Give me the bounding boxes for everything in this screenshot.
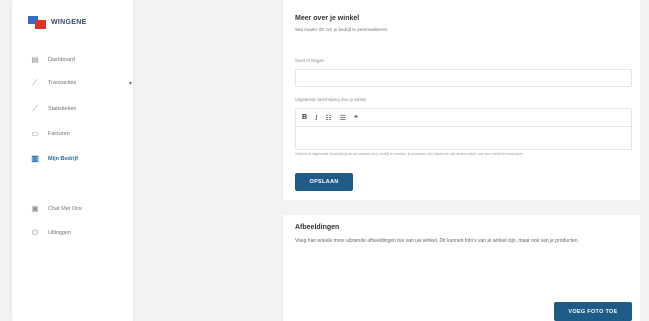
sidebar-item-label: Dashboard xyxy=(48,56,75,63)
add-photo-button[interactable]: VOEG FOTO TOE xyxy=(554,302,632,321)
tags-label: Soort of Slogan xyxy=(295,58,324,63)
italic-button[interactable]: I xyxy=(315,114,317,122)
power-icon: ⏻ xyxy=(31,228,39,237)
chart-line-icon: ⟋ xyxy=(32,78,38,87)
save-button[interactable]: OPSLAAN xyxy=(295,173,353,191)
chevron-down-icon[interactable]: ▾ xyxy=(129,80,132,87)
sidebar-item-label: Transacties xyxy=(48,80,77,86)
sidebar-item-label: Facturen xyxy=(48,130,70,137)
chat-icon: ▣ xyxy=(31,204,39,213)
editor-toolbar: B I ☷ ☰ ❝ xyxy=(296,109,631,127)
bullet-list-button[interactable]: ☷ xyxy=(325,114,331,122)
sidebar: WINGENE ▤ Dashboard ⟋ Transacties ▾ ⟋ St… xyxy=(12,0,133,321)
store-icon: ▥ xyxy=(31,154,39,163)
logo-icon xyxy=(28,16,46,29)
sidebar-item-label: Chat Met Ons xyxy=(48,205,82,212)
description-editor: B I ☷ ☰ ❝ xyxy=(295,108,632,150)
section-subtitle: Wat maakt 'dit' om je bedrijf te persona… xyxy=(295,27,388,32)
sidebar-item-facturen[interactable]: ▭ Facturen xyxy=(30,129,70,138)
sidebar-item-uitloggen[interactable]: ⏻ Uitloggen xyxy=(30,228,71,238)
images-card: Afbeeldingen Voeg hier enkele mooi uitzi… xyxy=(283,215,640,321)
sidebar-item-dashboard[interactable]: ▤ Dashboard xyxy=(30,55,75,64)
sidebar-item-mijn-bedrijf[interactable]: ▥ Mijn Bedrijf xyxy=(30,154,78,163)
calendar-icon: ▤ xyxy=(31,55,39,64)
images-description: Voeg hier enkele mooi uitziende afbeeldi… xyxy=(295,238,579,244)
sidebar-item-transacties[interactable]: ⟋ Transacties xyxy=(30,78,76,88)
sidebar-item-chat[interactable]: ▣ Chat Met Ons xyxy=(30,204,82,213)
sidebar-item-label: Mijn Bedrijf xyxy=(48,155,78,162)
brand-name: WINGENE xyxy=(51,19,87,26)
help-text: Gebruik de uitgebreide beschrijving om h… xyxy=(295,152,524,156)
numbered-list-button[interactable]: ☰ xyxy=(340,114,346,122)
section-title: Meer over je winkel xyxy=(295,15,360,22)
brand-logo[interactable]: WINGENE xyxy=(28,16,87,29)
description-label: Uitgebreide beschrijving over je winkel xyxy=(295,97,367,102)
invoice-icon: ▭ xyxy=(31,129,39,138)
quote-button[interactable]: ❝ xyxy=(354,114,358,122)
store-details-card: Meer over je winkel Wat maakt 'dit' om j… xyxy=(283,0,640,200)
slogan-input[interactable] xyxy=(295,69,632,87)
sidebar-item-label: Uitloggen xyxy=(48,230,72,236)
sidebar-item-label: Statistieken xyxy=(48,106,77,112)
sidebar-item-statistieken[interactable]: ⟋ Statistieken xyxy=(30,104,76,114)
editor-textarea[interactable] xyxy=(296,127,631,150)
section-title: Afbeeldingen xyxy=(295,224,340,231)
bold-button[interactable]: B xyxy=(302,114,307,121)
stats-icon: ⟋ xyxy=(32,104,38,113)
